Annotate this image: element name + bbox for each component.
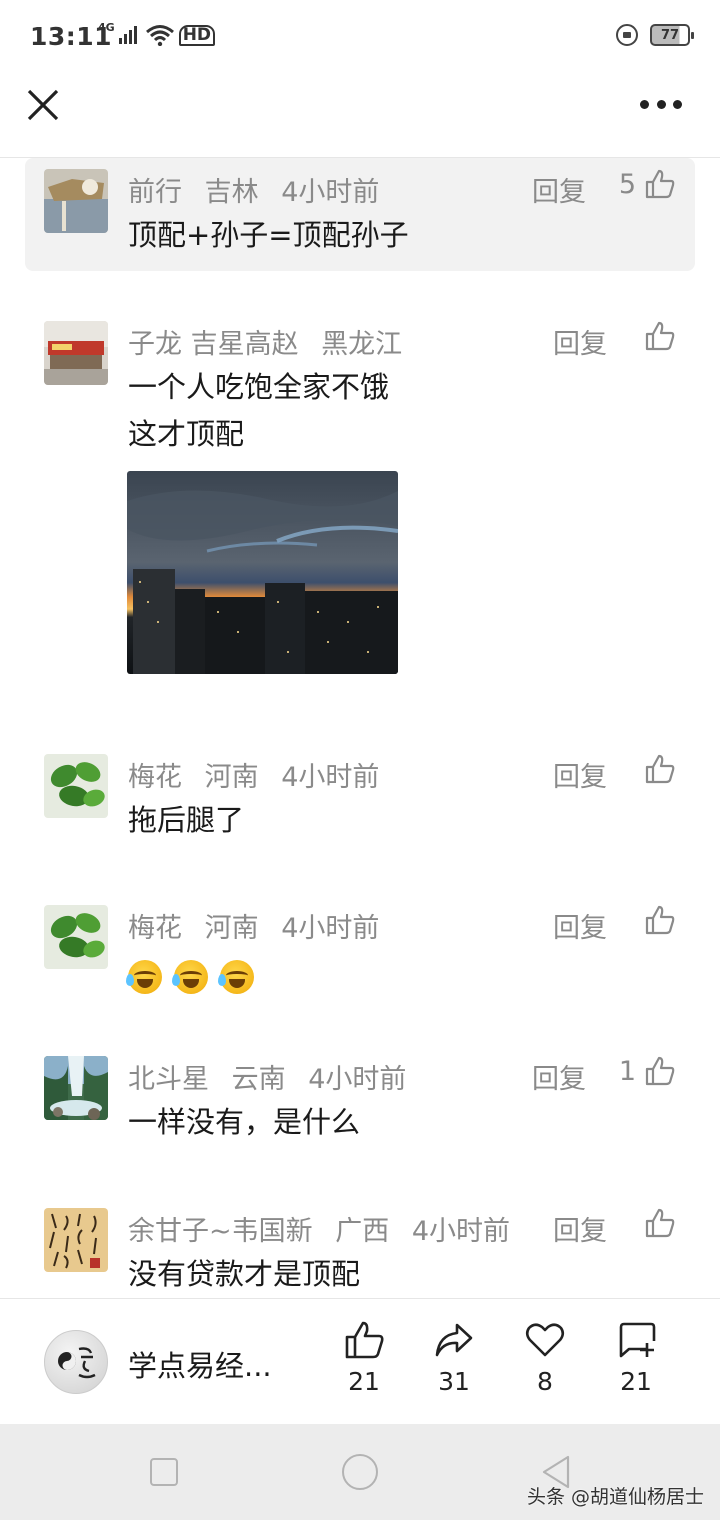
watermark: 头条 @胡道仙杨居士 — [526, 1486, 704, 1508]
comment-time: 4小时前 — [308, 1064, 407, 1095]
like-count: 21 — [348, 1367, 380, 1396]
comment-meta: 余甘子~韦国新 广西 4小时前 — [128, 1209, 524, 1248]
comment-text: 没有贷款才是顶配 — [128, 1257, 361, 1291]
comment-item: 子龙 吉星高赵 黑龙江 回复 一个人吃饱全家不饿 这才顶配 — [0, 308, 720, 688]
author-avatar[interactable] — [44, 1330, 108, 1394]
thumbs-up-icon — [345, 1321, 384, 1359]
thumbs-up-icon — [644, 1207, 676, 1239]
reply-button[interactable]: 回复 — [553, 1209, 607, 1248]
comment-add-icon — [619, 1322, 656, 1358]
author-name[interactable]: 学点易经... — [128, 1343, 272, 1385]
comment-meta: 梅花 河南 4小时前 — [128, 906, 393, 945]
comment-meta: 前行 吉林 4小时前 — [128, 170, 393, 209]
top-nav — [0, 72, 720, 158]
comment-text: 顶配+孙子=顶配孙子 — [128, 218, 409, 252]
like-button[interactable] — [644, 320, 676, 352]
status-icons: 4G HD — [98, 20, 216, 46]
comment-user[interactable]: 梅花 — [128, 913, 182, 944]
reply-button[interactable]: 回复 — [553, 906, 607, 945]
thumbs-up-icon — [644, 168, 676, 200]
reply-button[interactable]: 回复 — [532, 1057, 586, 1096]
laughing-crying-emoji-icon — [172, 960, 209, 994]
avatar[interactable] — [44, 169, 108, 233]
comment-time: 4小时前 — [281, 762, 380, 793]
like-count: 5 — [618, 168, 636, 200]
comment-item: 梅花 河南 4小时前 回复 拖后腿了 — [0, 743, 720, 853]
avatar[interactable] — [44, 1056, 108, 1120]
reply-button[interactable]: 回复 — [553, 322, 607, 361]
comment-item: 梅花 河南 4小时前 回复 — [0, 894, 720, 1004]
comment-text-line: 一个人吃饱全家不饿 — [128, 370, 390, 404]
reply-button[interactable]: 回复 — [532, 170, 586, 209]
signal-icon — [118, 26, 137, 44]
comment-list: 前行 吉林 4小时前 回复 5 顶配+孙子=顶配孙子 子龙 吉星高赵 黑龙江 回… — [0, 158, 720, 1298]
comment-emoji-row — [126, 952, 257, 999]
comment-time: 4小时前 — [281, 913, 380, 944]
more-icon[interactable] — [640, 98, 682, 110]
status-bar: 13:11 4G HD 77 — [0, 0, 720, 72]
comment-time: 4小时前 — [281, 177, 380, 208]
recent-apps-icon[interactable] — [150, 1458, 178, 1486]
comment-user[interactable]: 北斗星 — [128, 1064, 209, 1095]
bottom-action-bar: 学点易经... 21 31 8 21 — [0, 1298, 720, 1424]
comment-user[interactable]: 梅花 — [128, 762, 182, 793]
comment-user[interactable]: 余甘子~韦国新 — [128, 1216, 313, 1247]
comment-meta: 子龙 吉星高赵 黑龙江 — [128, 322, 416, 361]
hd-badge: HD — [178, 24, 216, 46]
comment-location: 黑龙江 — [321, 329, 403, 360]
like-button[interactable]: 1 — [619, 1055, 676, 1087]
avatar[interactable] — [44, 905, 108, 969]
comment-text: 拖后腿了 — [128, 803, 245, 837]
comment-user[interactable]: 子龙 吉星高赵 — [128, 329, 299, 360]
laughing-crying-emoji-icon — [126, 960, 162, 994]
share-count: 31 — [438, 1367, 470, 1396]
comment-text: 一个人吃饱全家不饿 这才顶配 — [128, 364, 389, 458]
comment-location: 吉林 — [204, 177, 259, 208]
comment-time: 4小时前 — [411, 1216, 510, 1247]
rotation-lock-icon — [616, 24, 638, 46]
comment-text-line: 这才顶配 — [128, 417, 245, 451]
close-icon[interactable] — [26, 88, 60, 122]
comment-user[interactable]: 前行 — [128, 177, 182, 208]
comment-location: 河南 — [204, 913, 259, 944]
comment-location: 河南 — [204, 762, 259, 793]
system-nav-bar: 头条 @胡道仙杨居士 — [0, 1424, 720, 1520]
comment-location: 广西 — [335, 1216, 390, 1247]
comment-action[interactable]: 21 — [601, 1319, 671, 1396]
thumbs-up-icon — [644, 753, 676, 785]
like-action[interactable]: 21 — [329, 1319, 399, 1396]
like-button[interactable]: 5 — [619, 168, 676, 200]
share-icon — [435, 1323, 473, 1357]
thumbs-up-icon — [644, 904, 676, 936]
comment-photo[interactable] — [127, 471, 398, 674]
comment-meta: 北斗星 云南 4小时前 — [128, 1057, 420, 1096]
like-button[interactable] — [644, 1207, 676, 1239]
heart-icon — [525, 1323, 565, 1357]
comment-item: 余甘子~韦国新 广西 4小时前 回复 没有贷款才是顶配 — [0, 1197, 720, 1298]
thumbs-up-icon — [644, 320, 676, 352]
comment-item: 北斗星 云南 4小时前 回复 1 一样没有，是什么 — [0, 1045, 720, 1155]
thumbs-up-icon — [644, 1055, 676, 1087]
reply-button[interactable]: 回复 — [553, 755, 607, 794]
home-icon[interactable] — [342, 1454, 378, 1490]
avatar[interactable] — [44, 1208, 108, 1272]
like-button[interactable] — [644, 753, 676, 785]
comment-location: 云南 — [231, 1064, 286, 1095]
network-type: 4G — [98, 20, 115, 34]
like-count: 1 — [618, 1055, 636, 1087]
comment-text: 一样没有，是什么 — [128, 1105, 361, 1139]
avatar[interactable] — [44, 754, 108, 818]
like-button[interactable] — [644, 904, 676, 936]
comment-item: 前行 吉林 4小时前 回复 5 顶配+孙子=顶配孙子 — [25, 158, 695, 271]
comment-count: 21 — [620, 1367, 652, 1396]
wifi-icon — [145, 25, 174, 46]
battery-level: 77 — [660, 27, 680, 43]
favorite-count: 8 — [537, 1367, 553, 1396]
share-action[interactable]: 31 — [419, 1319, 489, 1396]
battery-icon: 77 — [650, 24, 694, 46]
comment-meta: 梅花 河南 4小时前 — [128, 755, 393, 794]
laughing-crying-emoji-icon — [218, 960, 255, 994]
avatar[interactable] — [44, 321, 108, 385]
favorite-action[interactable]: 8 — [510, 1319, 580, 1396]
